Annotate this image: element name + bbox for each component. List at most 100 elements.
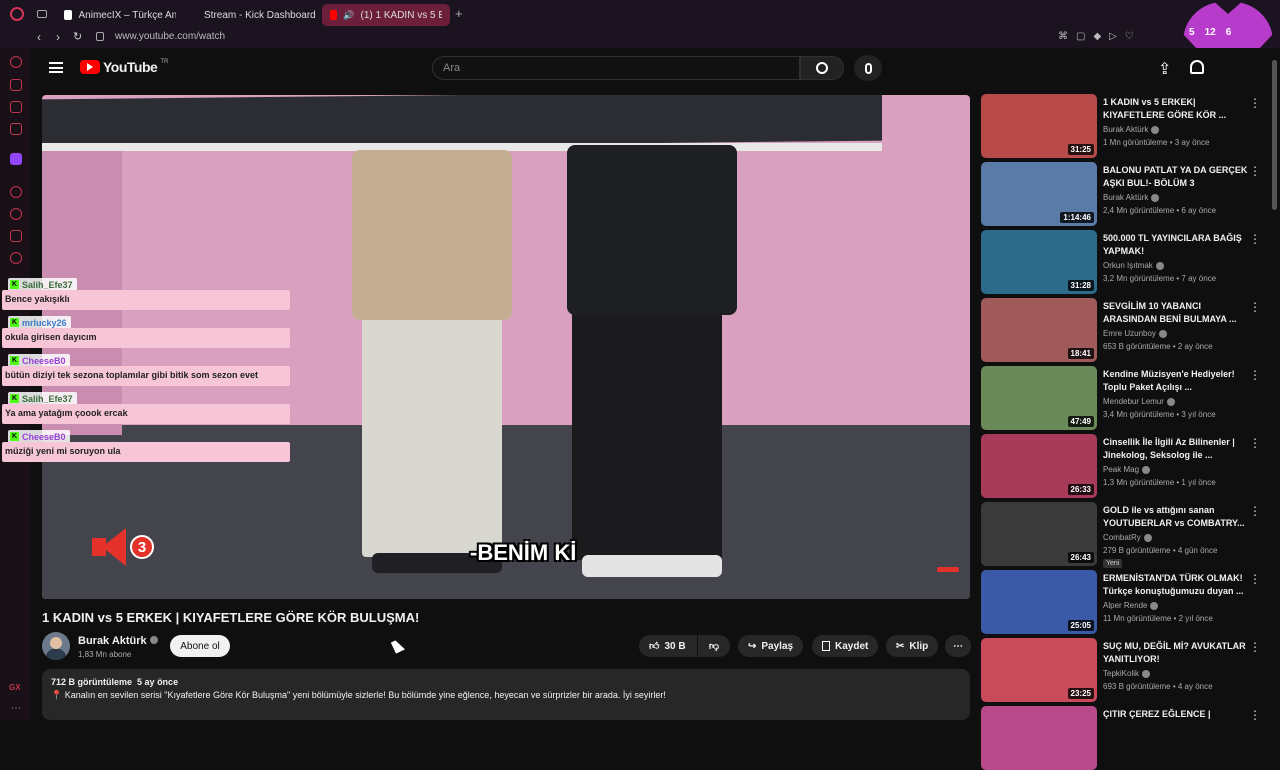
recommended-channel[interactable]: Orkun Işıtmak — [1103, 261, 1164, 270]
chat-message: Bence yakışıklı — [2, 290, 290, 310]
tab-animecix[interactable]: AnimecIX – Türkçe Anime — [56, 4, 184, 26]
extensions-icons[interactable]: ⌘▢◆▷♡ — [1058, 31, 1142, 42]
recommended-title[interactable]: Kendine Müzisyen'e Hediyeler! Toplu Pake… — [1103, 368, 1248, 394]
save-label: Kaydet — [835, 640, 869, 652]
video-thumbnail[interactable]: 18:41 — [981, 298, 1097, 362]
youtube-play-icon — [80, 60, 100, 74]
more-vertical-icon[interactable]: ⋮ — [1249, 164, 1261, 178]
sidebar-wallet-icon[interactable] — [10, 101, 22, 113]
video-thumbnail[interactable]: 26:33 — [981, 434, 1097, 498]
tab-overview-icon[interactable] — [37, 10, 47, 18]
youtube-logo[interactable]: YouTube TR — [80, 59, 168, 75]
recommended-meta: 693 B görüntüleme • 4 ay önce — [1103, 682, 1213, 691]
more-vertical-icon[interactable]: ⋮ — [1249, 300, 1261, 314]
sidebar-settings-icon[interactable] — [10, 252, 22, 264]
sidebar-chatgpt-icon[interactable] — [10, 79, 22, 91]
recommended-title[interactable]: 500.000 TL YAYINCILARA BAĞIŞ YAPMAK! — [1103, 232, 1248, 258]
upload-icon[interactable]: ⇪ — [1158, 59, 1171, 79]
recommended-title[interactable]: 1 KADIN vs 5 ERKEK| KIYAFETLERE GÖRE KÖR… — [1103, 96, 1248, 122]
recommended-channel[interactable]: CombatRy — [1103, 533, 1152, 542]
video-thumbnail[interactable]: 31:28 — [981, 230, 1097, 294]
recommended-title[interactable]: ÇITIR ÇEREZ EĞLENCE | — [1103, 708, 1248, 721]
kick-follower-count: 5 — [1189, 27, 1195, 38]
video-description[interactable]: 712 B görüntüleme 5 ay önce 📍 Kanalın en… — [42, 669, 970, 720]
recommended-title[interactable]: SUÇ MU, DEĞİL Mİ? AVUKATLAR YANITLIYOR! — [1103, 640, 1248, 666]
recommended-video-item[interactable]: 18:41 SEVGİLİM 10 YABANCI ARASINDAN BENİ … — [981, 298, 1271, 362]
sidebar-gx-icon[interactable]: GX — [9, 683, 21, 692]
more-vertical-icon[interactable]: ⋮ — [1249, 232, 1261, 246]
sidebar-extensions-icon[interactable] — [10, 230, 22, 242]
video-thumbnail[interactable]: 47:49 — [981, 366, 1097, 430]
recommended-video-item[interactable]: 1:14:46 BALONU PATLAT YA DA GERÇEK AŞKI B… — [981, 162, 1271, 226]
video-thumbnail[interactable]: 31:25 — [981, 94, 1097, 158]
recommended-channel[interactable]: Alper Rende — [1103, 601, 1159, 610]
more-vertical-icon[interactable]: ⋮ — [1249, 368, 1261, 382]
recommended-channel[interactable]: Burak Aktürk — [1103, 125, 1160, 134]
recommended-video-item[interactable]: 23:25 SUÇ MU, DEĞİL Mİ? AVUKATLAR YANITLI… — [981, 638, 1271, 702]
channel-avatar[interactable] — [42, 632, 70, 660]
upload-date: 5 ay önce — [137, 677, 179, 687]
more-vertical-icon[interactable]: ⋮ — [1249, 572, 1261, 586]
recommended-title[interactable]: ERMENİSTAN'DA TÜRK OLMAK! Türkçe konuştu… — [1103, 572, 1248, 598]
video-duration: 47:49 — [1067, 416, 1094, 427]
sidebar-player-icon[interactable] — [10, 186, 22, 198]
sidebar-more-icon[interactable]: ⋯ — [11, 703, 21, 714]
notifications-bell-icon[interactable] — [1190, 60, 1204, 74]
recommended-channel[interactable]: TepkiKolik — [1103, 669, 1151, 678]
like-button[interactable]: 👍︎ 30 B — [639, 635, 697, 657]
recommended-meta: 3,4 Mn görüntüleme • 3 yıl önce — [1103, 410, 1216, 419]
dislike-button[interactable]: 👎︎ — [698, 635, 730, 657]
subscribe-button[interactable]: Abone ol — [170, 635, 230, 657]
video-thumbnail[interactable] — [981, 706, 1097, 770]
tab-kick-dashboard[interactable]: Stream - Kick Dashboard — [190, 4, 318, 26]
recommended-video-item[interactable]: 25:05 ERMENİSTAN'DA TÜRK OLMAK! Türkçe ko… — [981, 570, 1271, 634]
recommended-channel[interactable]: Emre Uzunboy — [1103, 329, 1167, 338]
video-thumbnail[interactable]: 25:05 — [981, 570, 1097, 634]
more-vertical-icon[interactable]: ⋮ — [1249, 640, 1261, 654]
more-vertical-icon[interactable]: ⋮ — [1249, 436, 1261, 450]
new-tab-icon[interactable]: + — [455, 6, 463, 21]
video-thumbnail[interactable]: 1:14:46 — [981, 162, 1097, 226]
recommended-title[interactable]: BALONU PATLAT YA DA GERÇEK AŞKI BUL!- BÖ… — [1103, 164, 1248, 190]
youtube-region-code: TR — [160, 59, 169, 65]
sidebar-twitch-icon[interactable] — [10, 153, 22, 165]
more-actions-button[interactable]: ⋯ — [945, 635, 971, 657]
more-vertical-icon[interactable]: ⋮ — [1249, 96, 1261, 110]
video-duration: 26:43 — [1067, 552, 1094, 563]
sidebar-history-icon[interactable] — [10, 208, 22, 220]
sidebar-aria-icon[interactable] — [10, 56, 22, 68]
recommended-video-item[interactable]: 47:49 Kendine Müzisyen'e Hediyeler! Toplu… — [981, 366, 1271, 430]
clip-button[interactable]: ✂ Klip — [886, 635, 939, 657]
search-button[interactable] — [800, 56, 844, 80]
recommended-video-item[interactable]: 31:25 1 KADIN vs 5 ERKEK| KIYAFETLERE GÖR… — [981, 94, 1271, 158]
recommended-video-item[interactable]: 31:28 500.000 TL YAYINCILARA BAĞIŞ YAPMAK… — [981, 230, 1271, 294]
voice-search-button[interactable] — [854, 55, 882, 81]
back-icon[interactable]: ‹ — [37, 30, 41, 44]
sidebar-messenger-icon[interactable] — [10, 123, 22, 135]
forward-icon[interactable]: › — [56, 30, 60, 44]
recommended-title[interactable]: SEVGİLİM 10 YABANCI ARASINDAN BENİ BULMA… — [1103, 300, 1248, 326]
url-field[interactable]: www.youtube.com/watch — [115, 31, 225, 42]
opera-logo-icon[interactable] — [10, 7, 24, 21]
recommended-title[interactable]: GOLD ile vs attığını sanan YOUTUBERLAR v… — [1103, 504, 1248, 530]
recommended-channel[interactable]: Burak Aktürk — [1103, 193, 1160, 202]
tab-youtube-video[interactable]: 🔊 (1) 1 KADIN vs 5 ERKEK — [322, 4, 450, 26]
search-input[interactable]: Ara — [432, 56, 800, 80]
recommended-title[interactable]: Cinsellik İle İlgili Az Bilinenler | Jin… — [1103, 436, 1248, 462]
save-button[interactable]: Kaydet — [812, 635, 879, 657]
video-thumbnail[interactable]: 26:43 — [981, 502, 1097, 566]
page-scrollbar[interactable] — [1272, 60, 1277, 210]
video-duration: 31:28 — [1067, 280, 1094, 291]
share-button[interactable]: ↪ Paylaş — [738, 635, 804, 657]
video-thumbnail[interactable]: 23:25 — [981, 638, 1097, 702]
recommended-channel[interactable]: Peak Mag — [1103, 465, 1151, 474]
recommended-video-item[interactable]: ÇITIR ÇEREZ EĞLENCE | ⋮ — [981, 706, 1271, 770]
recommended-channel[interactable]: Mendebur Lemur — [1103, 397, 1175, 406]
recommended-video-item[interactable]: 26:43 GOLD ile vs attığını sanan YOUTUBER… — [981, 502, 1271, 568]
reload-icon[interactable]: ↻ — [73, 30, 82, 43]
channel-name[interactable]: Burak Aktürk — [78, 635, 158, 647]
speaker-icon[interactable]: 🔊 — [343, 10, 354, 21]
hamburger-menu-icon[interactable] — [49, 62, 63, 73]
recommended-video-item[interactable]: 26:33 Cinsellik İle İlgili Az Bilinenler … — [981, 434, 1271, 498]
more-vertical-icon[interactable]: ⋮ — [1249, 504, 1261, 518]
